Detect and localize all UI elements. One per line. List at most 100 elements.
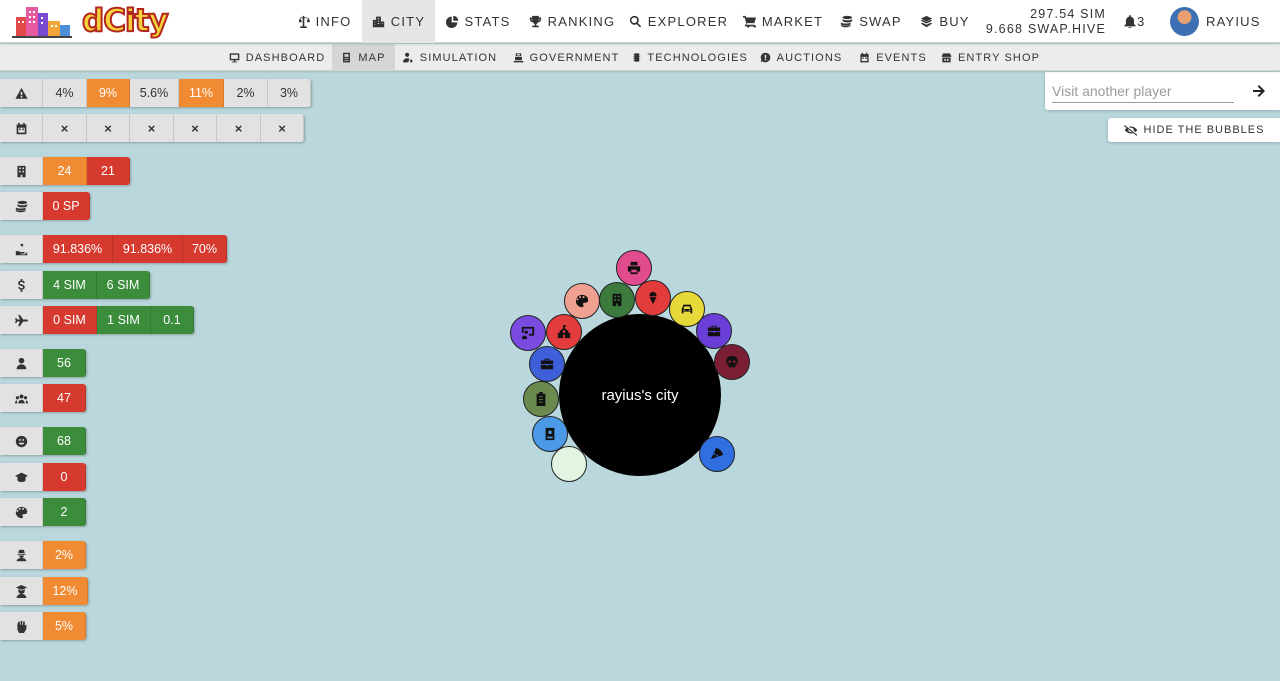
calendar-slot[interactable]: × xyxy=(87,114,130,142)
unemployment-row: 5% xyxy=(0,612,86,640)
subnav-map[interactable]: MAP xyxy=(332,44,395,71)
risk-value[interactable]: 5.6% xyxy=(130,79,179,107)
skull-bubble[interactable] xyxy=(714,344,750,380)
user-icon-cell xyxy=(0,349,43,377)
building-icon xyxy=(16,165,26,177)
nav-market[interactable]: MARKET xyxy=(738,0,828,43)
calendar-slot[interactable]: × xyxy=(43,114,87,142)
hands-value[interactable]: 70% xyxy=(183,235,227,263)
nav-buy[interactable]: BUY xyxy=(915,0,975,43)
travel-value[interactable]: 0.1 xyxy=(151,306,194,334)
hands-value[interactable]: 91.836% xyxy=(43,235,113,263)
student-icon-cell xyxy=(0,577,43,605)
culture-value[interactable]: 2 xyxy=(43,498,86,526)
hands-value[interactable]: 91.836% xyxy=(113,235,183,263)
nav-city[interactable]: CITY xyxy=(362,0,435,43)
workers-row: 47 xyxy=(0,384,86,412)
nav-explorer[interactable]: EXPLORER xyxy=(627,0,730,43)
clipboard-bubble[interactable] xyxy=(523,381,559,417)
buildings-value[interactable]: 24 xyxy=(43,157,87,185)
top-navbar: dCity INFO CITY STATS RANKING EXPLORER M… xyxy=(0,0,1280,43)
crime-value[interactable]: 2% xyxy=(43,541,86,569)
teacher-bubble[interactable] xyxy=(510,315,546,351)
staking-value[interactable]: 0 SP xyxy=(43,192,90,220)
chalkboard-teacher-icon xyxy=(521,326,535,340)
subnav-simulation[interactable]: SIMULATION xyxy=(400,44,500,71)
calendar-slot[interactable]: × xyxy=(217,114,261,142)
skull-icon xyxy=(726,355,738,368)
username[interactable]: RAYIUS xyxy=(1206,0,1261,43)
happiness-value[interactable]: 68 xyxy=(43,427,86,455)
nav-stats[interactable]: STATS xyxy=(440,0,516,43)
government-icon xyxy=(513,53,523,63)
pizza-bubble[interactable] xyxy=(699,436,735,472)
user-icon xyxy=(16,357,26,369)
subnav-entry-shop[interactable]: ENTRY SHOP xyxy=(939,44,1042,71)
risk-value[interactable]: 3% xyxy=(268,79,311,107)
notifications-button[interactable]: 3 xyxy=(1124,0,1144,43)
travel-value[interactable]: 0 SIM xyxy=(43,306,97,334)
microchip-icon xyxy=(633,53,641,62)
hand-holding-icon xyxy=(15,243,27,255)
subnav-entry-shop-label: ENTRY SHOP xyxy=(957,51,1041,64)
unemployment-value[interactable]: 5% xyxy=(43,612,86,640)
avatar[interactable] xyxy=(1170,7,1199,36)
palette-icon-cell xyxy=(0,498,43,526)
visit-player-box xyxy=(1045,72,1280,110)
income-value[interactable]: 6 SIM xyxy=(97,271,150,299)
nav-swap[interactable]: SWAP xyxy=(836,0,906,43)
building-bubble[interactable] xyxy=(599,282,635,318)
risk-value[interactable]: 2% xyxy=(224,79,268,107)
logo-text: dCity xyxy=(81,2,170,40)
thief-icon xyxy=(16,549,26,561)
subnav-auctions[interactable]: AUCTIONS xyxy=(759,44,843,71)
thief-icon-cell xyxy=(0,541,43,569)
nav-market-label: MARKET xyxy=(761,14,824,29)
nav-ranking[interactable]: RANKING xyxy=(524,0,620,43)
population-value[interactable]: 56 xyxy=(43,349,86,377)
school-bubble[interactable] xyxy=(546,314,582,350)
calendar-slot[interactable]: × xyxy=(174,114,217,142)
empty-bubble[interactable] xyxy=(551,446,587,482)
dcity-logo[interactable]: dCity xyxy=(10,2,170,41)
income-value[interactable]: 4 SIM xyxy=(43,271,97,299)
buildings-value[interactable]: 21 xyxy=(87,157,130,185)
students-row: 12% xyxy=(0,577,88,605)
ice-cream-bubble[interactable] xyxy=(635,280,671,316)
subnav-government-label: GOVERNMENT xyxy=(529,51,620,64)
subnav-dashboard[interactable]: DASHBOARD xyxy=(226,44,328,71)
notification-count: 3 xyxy=(1137,14,1145,29)
workers-value[interactable]: 47 xyxy=(43,384,86,412)
risk-value[interactable]: 9% xyxy=(87,79,130,107)
nav-info[interactable]: INFO xyxy=(288,0,360,43)
subnav-events[interactable]: EVENTS xyxy=(856,44,930,71)
work-briefcase-bubble[interactable] xyxy=(529,346,565,382)
arrow-right-icon[interactable] xyxy=(1251,83,1267,99)
briefcase-icon xyxy=(707,325,721,337)
risk-value[interactable]: 4% xyxy=(43,79,87,107)
nav-explorer-label: EXPLORER xyxy=(647,14,729,29)
subnav-technologies[interactable]: TECHNOLOGIES xyxy=(632,44,748,71)
buildings-row: 24 21 xyxy=(0,157,130,185)
wallet-balance[interactable]: 297.54 SIM 9.668 SWAP.HIVE xyxy=(984,7,1106,37)
travel-value[interactable]: 1 SIM xyxy=(97,306,151,334)
calendar-slot[interactable]: × xyxy=(261,114,304,142)
palette-bubble[interactable] xyxy=(564,283,600,319)
visit-player-input[interactable] xyxy=(1052,79,1234,103)
calendar-icon xyxy=(860,52,869,63)
fist-icon xyxy=(16,620,26,633)
clipboard-icon xyxy=(536,392,546,406)
cart-icon xyxy=(742,15,756,28)
risk-value[interactable]: 11% xyxy=(179,79,224,107)
briefcase-icon xyxy=(540,358,554,370)
hide-bubbles-button[interactable]: HIDE THE BUBBLES xyxy=(1108,118,1280,142)
nav-swap-label: SWAP xyxy=(859,14,902,29)
subnav-government[interactable]: GOVERNMENT xyxy=(510,44,622,71)
education-value[interactable]: 0 xyxy=(43,463,86,491)
trophy-icon xyxy=(529,15,541,28)
palette-icon xyxy=(575,294,589,308)
calendar-slot[interactable]: × xyxy=(130,114,174,142)
bell-icon xyxy=(1124,15,1136,28)
students-value[interactable]: 12% xyxy=(43,577,88,605)
scale-icon xyxy=(298,15,310,28)
